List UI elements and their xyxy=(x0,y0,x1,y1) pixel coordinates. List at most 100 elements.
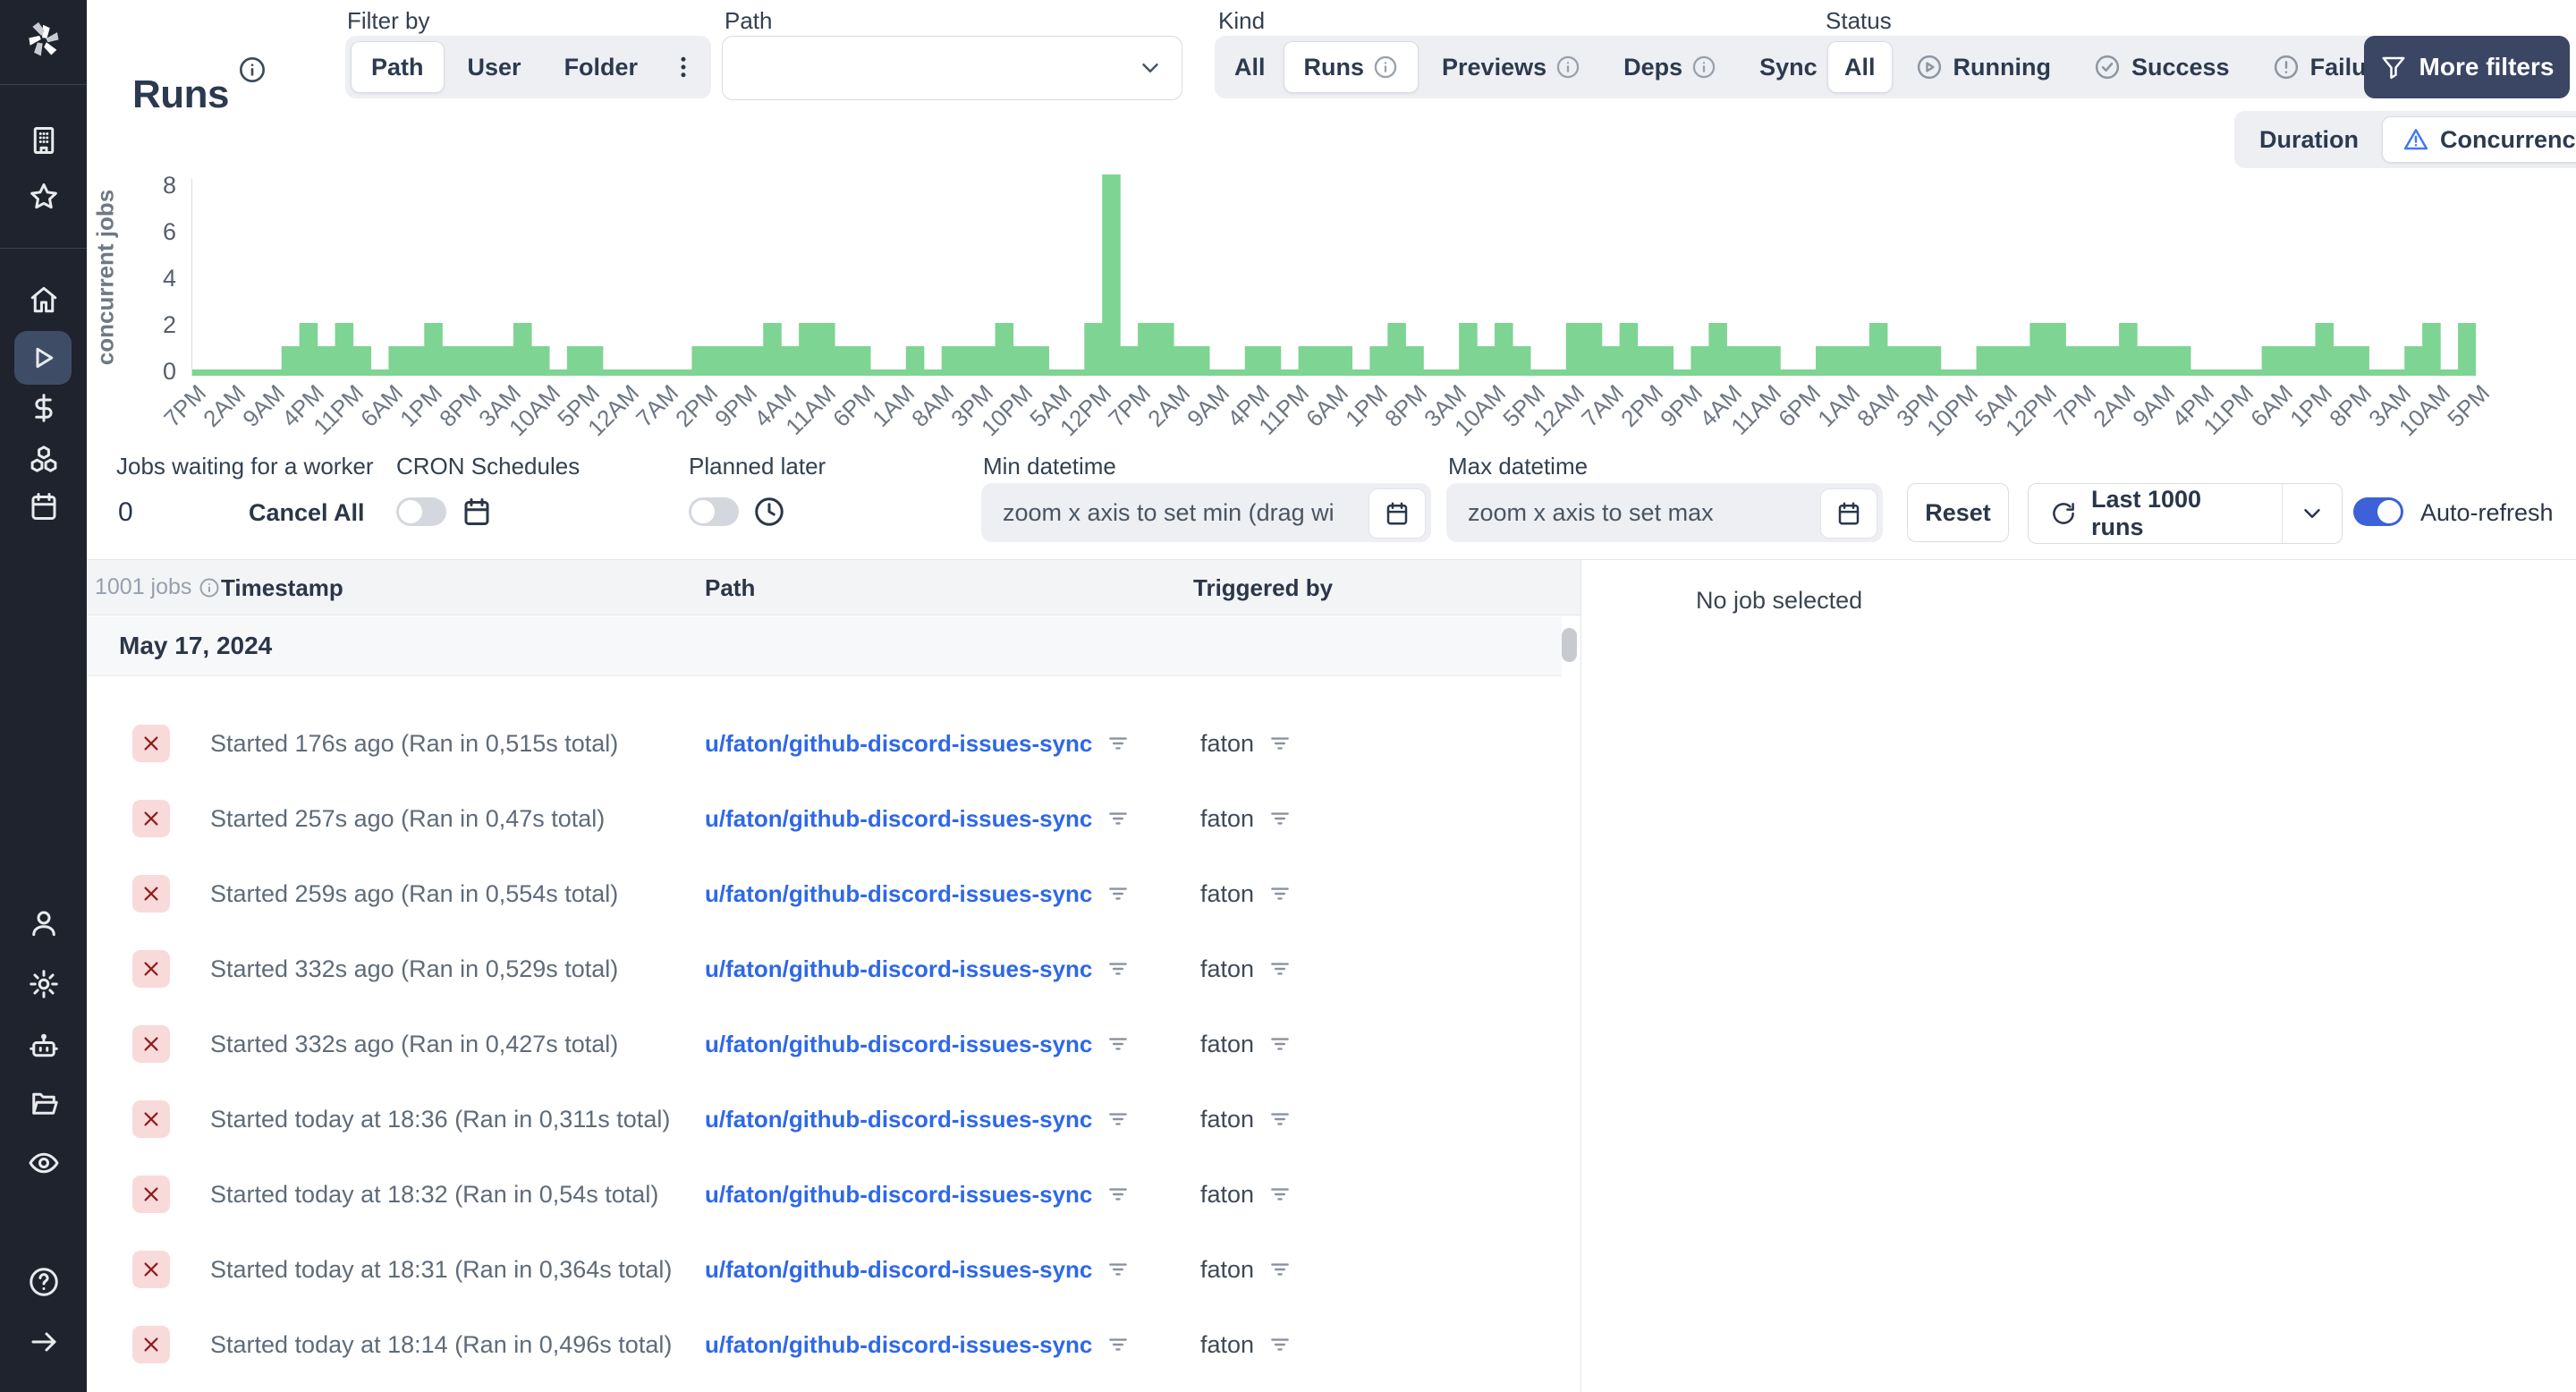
filter-by-user-icon[interactable] xyxy=(1268,957,1292,980)
runs-page: Runs Filter by Path User Folder Path Kin… xyxy=(0,0,2576,1392)
run-timestamp: Started today at 18:32 (Ran in 0,54s tot… xyxy=(210,1180,659,1208)
sidebar-item-home[interactable] xyxy=(0,273,87,327)
planned-later-toggle[interactable] xyxy=(689,497,739,526)
path-select[interactable] xyxy=(722,36,1182,100)
x-icon xyxy=(141,1184,161,1204)
table-scrollbar-thumb[interactable] xyxy=(1562,628,1577,662)
filter-by-user-icon[interactable] xyxy=(1268,732,1292,755)
status-running[interactable]: Running xyxy=(1896,41,2071,93)
chart-mode-duration[interactable]: Duration xyxy=(2240,116,2378,163)
kind-all[interactable]: All xyxy=(1220,41,1280,93)
more-filters-button[interactable]: More filters xyxy=(2364,36,2570,98)
filter-by-path-icon[interactable] xyxy=(1106,882,1130,905)
sidebar-item-settings[interactable] xyxy=(0,957,87,1011)
failure-status-badge[interactable] xyxy=(132,1100,170,1138)
info-icon[interactable] xyxy=(199,577,220,598)
table-row[interactable]: Started 176s ago (Ran in 0,515s total) u… xyxy=(87,706,1562,781)
table-row[interactable]: Started 332s ago (Ran in 0,427s total) u… xyxy=(87,1006,1562,1082)
last-runs-button[interactable]: Last 1000 runs xyxy=(2029,484,2282,543)
table-row[interactable]: Started 259s ago (Ran in 0,554s total) u… xyxy=(87,856,1562,931)
sidebar-item-folders[interactable] xyxy=(0,1076,87,1130)
run-path-link[interactable]: u/faton/github-discord-issues-sync xyxy=(705,955,1092,983)
filter-by-path-icon[interactable] xyxy=(1106,732,1130,755)
sidebar-item-workers[interactable] xyxy=(0,1020,87,1074)
last-runs-chevron-button[interactable] xyxy=(2283,484,2342,543)
table-row[interactable]: Started today at 18:14 (Ran in 0,496s to… xyxy=(87,1307,1562,1382)
table-row[interactable]: Started 257s ago (Ran in 0,47s total) u/… xyxy=(87,781,1562,856)
failure-status-badge[interactable] xyxy=(132,1251,170,1288)
filter-by-user-icon[interactable] xyxy=(1268,1032,1292,1056)
filter-by-path-icon[interactable] xyxy=(1106,1032,1130,1056)
cron-schedules-toggle[interactable] xyxy=(396,497,446,526)
table-row[interactable]: Started today at 18:32 (Ran in 0,54s tot… xyxy=(87,1157,1562,1232)
sidebar-item-workspace[interactable] xyxy=(0,114,87,167)
filter-by-path-icon[interactable] xyxy=(1106,957,1130,980)
failure-status-badge[interactable] xyxy=(132,950,170,988)
sidebar-item-favorites[interactable] xyxy=(0,170,87,224)
failure-status-badge[interactable] xyxy=(132,800,170,837)
filter-by-path-icon[interactable] xyxy=(1106,807,1130,830)
failure-status-badge[interactable] xyxy=(132,1025,170,1063)
run-path-link[interactable]: u/faton/github-discord-issues-sync xyxy=(705,880,1092,908)
sidebar-item-user[interactable] xyxy=(0,896,87,950)
status-all[interactable]: All xyxy=(1827,41,1893,93)
table-row[interactable]: Started today at 18:36 (Ran in 0,311s to… xyxy=(87,1082,1562,1157)
filter-by-user-icon[interactable] xyxy=(1268,1258,1292,1281)
max-datetime-calendar-button[interactable] xyxy=(1820,488,1877,539)
sidebar-item-variables[interactable] xyxy=(0,381,87,435)
min-datetime-input[interactable] xyxy=(981,483,1431,542)
sidebar-item-resources[interactable] xyxy=(0,432,87,486)
kind-deps[interactable]: Deps xyxy=(1604,41,1736,93)
filter-by-path-icon[interactable] xyxy=(1106,1108,1130,1131)
reset-button[interactable]: Reset xyxy=(1907,483,2009,542)
filter-by-user-icon[interactable] xyxy=(1268,1108,1292,1131)
failure-status-badge[interactable] xyxy=(132,1326,170,1363)
chart-mode-concurrency[interactable]: Concurrency xyxy=(2382,116,2576,163)
sidebar-item-runs[interactable] xyxy=(14,331,72,385)
failure-status-badge[interactable] xyxy=(132,725,170,762)
cancel-all-button[interactable]: Cancel All xyxy=(249,499,365,527)
filter-by-user-icon[interactable] xyxy=(1268,1333,1292,1356)
filter-by-path-icon[interactable] xyxy=(1106,1183,1130,1206)
filter-by-folder[interactable]: Folder xyxy=(545,41,658,93)
run-path-link[interactable]: u/faton/github-discord-issues-sync xyxy=(705,1106,1092,1133)
jobs-waiting-value: 0 xyxy=(118,497,133,527)
table-row[interactable]: Started today at 18:31 (Ran in 0,364s to… xyxy=(87,1232,1562,1307)
min-datetime-label: Min datetime xyxy=(983,453,1116,480)
y-axis-tick-label: 6 xyxy=(162,218,176,245)
filter-by-path-icon[interactable] xyxy=(1106,1333,1130,1356)
sidebar-item-audit-logs[interactable] xyxy=(0,1136,87,1190)
kind-previews[interactable]: Previews xyxy=(1422,41,1600,93)
run-path-link[interactable]: u/faton/github-discord-issues-sync xyxy=(705,1331,1092,1359)
failure-status-badge[interactable] xyxy=(132,1176,170,1213)
run-path-link[interactable]: u/faton/github-discord-issues-sync xyxy=(705,805,1092,833)
filter-by-user[interactable]: User xyxy=(448,41,541,93)
failure-status-badge[interactable] xyxy=(132,875,170,912)
run-path-link[interactable]: u/faton/github-discord-issues-sync xyxy=(705,1256,1092,1284)
filter-by-more-menu[interactable] xyxy=(661,41,706,93)
sidebar-item-schedules[interactable] xyxy=(0,480,87,533)
info-icon xyxy=(1691,55,1716,80)
sidebar-item-expand[interactable] xyxy=(0,1315,87,1369)
sidebar-item-help[interactable] xyxy=(0,1255,87,1309)
max-datetime-input[interactable] xyxy=(1446,483,1883,542)
run-path-link[interactable]: u/faton/github-discord-issues-sync xyxy=(705,1031,1092,1058)
min-datetime-calendar-button[interactable] xyxy=(1368,488,1426,539)
filter-by-user-icon[interactable] xyxy=(1268,882,1292,905)
funnel-icon xyxy=(2380,54,2407,81)
run-path-link[interactable]: u/faton/github-discord-issues-sync xyxy=(705,1181,1092,1209)
table-row[interactable]: Started 332s ago (Ran in 0,529s total) u… xyxy=(87,931,1562,1006)
kind-runs[interactable]: Runs xyxy=(1283,41,1419,93)
filter-by-group: Path User Folder xyxy=(345,36,712,98)
status-success[interactable]: Success xyxy=(2074,41,2250,93)
filter-by-user-icon[interactable] xyxy=(1268,1183,1292,1206)
filter-by-user-icon[interactable] xyxy=(1268,807,1292,830)
run-path-link[interactable]: u/faton/github-discord-issues-sync xyxy=(705,730,1092,758)
star-icon xyxy=(28,181,60,213)
filter-by-path-icon[interactable] xyxy=(1106,1258,1130,1281)
auto-refresh-toggle[interactable] xyxy=(2353,497,2403,526)
filter-by-path[interactable]: Path xyxy=(351,41,445,93)
app-logo[interactable] xyxy=(0,13,87,67)
runs-info-icon[interactable] xyxy=(238,55,267,84)
concurrency-chart[interactable] xyxy=(192,174,2476,376)
